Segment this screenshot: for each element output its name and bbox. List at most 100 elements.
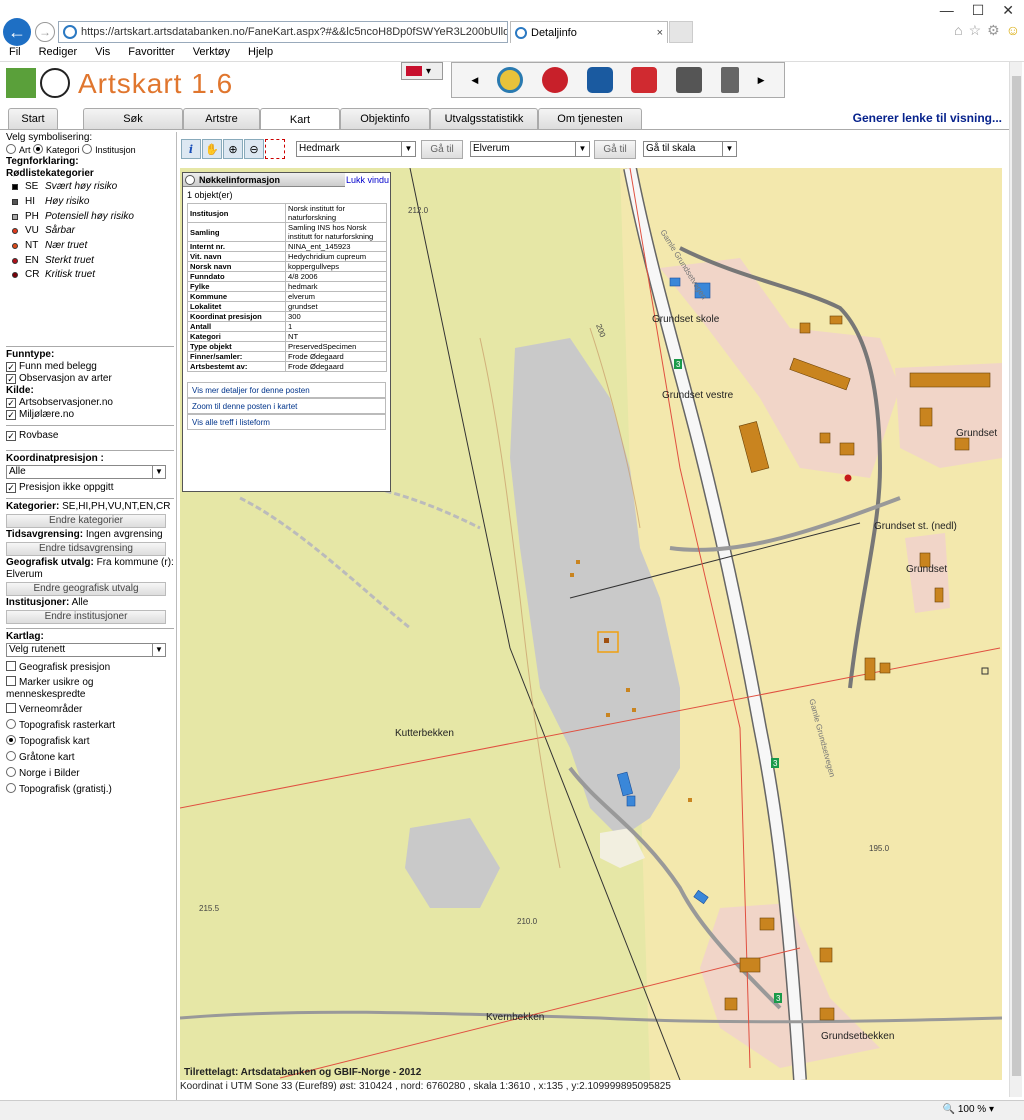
radio-art[interactable]	[6, 144, 16, 154]
partner-logo-3[interactable]	[586, 67, 613, 93]
zoom-in-icon[interactable]: ⊕	[223, 139, 243, 159]
popup-close-button[interactable]: Lukk vindu	[344, 173, 390, 187]
checkbox-artsobservasjoner[interactable]: ✓	[6, 398, 16, 408]
back-button[interactable]: ←	[3, 18, 31, 46]
close-window-icon[interactable]: ✕	[1002, 2, 1014, 19]
radio-topografisk-gratis[interactable]	[6, 783, 16, 793]
radio-institusjon[interactable]	[82, 144, 93, 154]
rutenett-select[interactable]: Velg rutenett ▼	[6, 643, 166, 657]
zoom-til-post-link[interactable]: Zoom til denne posten i kartet	[187, 398, 386, 414]
popup-key: Fylke	[187, 281, 286, 292]
popup-value: Hedychridium cupreum	[285, 251, 387, 262]
koordinat-select[interactable]: Alle ▼	[6, 465, 166, 479]
tab-om-tjenesten[interactable]: Om tjenesten	[538, 108, 642, 129]
checkbox-miljolaere[interactable]: ✓	[6, 410, 16, 420]
ga-til-kommune-button[interactable]: Gå til	[594, 140, 636, 159]
info-icon[interactable]: i	[181, 139, 201, 159]
minimize-icon[interactable]: —	[940, 2, 954, 19]
gear-icon[interactable]: ⚙	[987, 22, 1000, 39]
radio-topografisk[interactable]	[6, 735, 16, 745]
checkbox-presisjon[interactable]: ✓	[6, 483, 16, 493]
address-bar[interactable]: https://artskart.artsdatabanken.no/FaneK…	[58, 21, 508, 43]
checkbox-rovbase[interactable]: ✓	[6, 431, 16, 441]
menu-hjelp[interactable]: Hjelp	[239, 44, 282, 62]
vis-alle-treff-link[interactable]: Vis alle treff i listeform	[187, 414, 386, 430]
checkbox-usikre[interactable]	[6, 676, 16, 686]
skala-select[interactable]: Gå til skala ▼	[643, 141, 737, 157]
tab-sok[interactable]: Søk	[83, 108, 183, 129]
smiley-icon[interactable]: ☺	[1006, 22, 1020, 39]
menu-rediger[interactable]: Rediger	[30, 44, 87, 62]
legend-item: NT Nær truet	[6, 239, 174, 254]
partner-logo-5[interactable]	[676, 67, 703, 93]
ga-til-fylke-button[interactable]: Gå til	[421, 140, 463, 159]
chevron-down-icon: ▼	[575, 142, 589, 156]
partner-logo-1[interactable]	[497, 67, 524, 93]
vis-detaljer-link[interactable]: Vis mer detaljer for denne posten	[187, 382, 386, 398]
endre-kategorier-button[interactable]: Endre kategorier	[6, 514, 166, 528]
scroll-left-icon[interactable]: ◀	[471, 75, 478, 86]
browser-tab[interactable]: Detaljinfo ×	[510, 21, 668, 43]
partner-logo-6[interactable]	[720, 67, 739, 93]
fylke-select[interactable]: Hedmark ▼	[296, 141, 416, 157]
map-label-kvernbekken: Kvernbekken	[486, 1012, 545, 1023]
rutenett-value: Velg rutenett	[9, 644, 66, 655]
route-number: 3	[676, 360, 681, 369]
new-tab-button[interactable]	[669, 21, 693, 43]
radio-gratone[interactable]	[6, 751, 16, 761]
popup-key: Type objekt	[187, 341, 286, 352]
scrollbar-thumb[interactable]	[1012, 76, 1021, 1076]
menu-verktoy[interactable]: Verktøy	[184, 44, 239, 62]
generate-link[interactable]: Generer lenke til visning...	[853, 111, 1002, 125]
partner-logo-2[interactable]	[541, 67, 568, 93]
popup-collapse-icon[interactable]	[185, 175, 195, 185]
tab-utvalgsstatistikk[interactable]: Utvalgsstatistikk	[430, 108, 538, 129]
partner-logo-4[interactable]	[631, 67, 658, 93]
legend-desc: Potensiell høy risiko	[45, 210, 134, 222]
tab-objektinfo[interactable]: Objektinfo	[340, 108, 430, 129]
scroll-right-icon[interactable]: ▶	[758, 75, 765, 86]
menu-vis[interactable]: Vis	[86, 44, 119, 62]
popup-row: Type objekt PreservedSpecimen	[187, 341, 387, 352]
language-selector[interactable]: ▾	[401, 62, 443, 80]
popup-value: Samling INS hos Norsk institutt for natu…	[285, 222, 387, 242]
endre-geo-button[interactable]: Endre geografisk utvalg	[6, 582, 166, 596]
legend-desc: Sterkt truet	[45, 254, 94, 266]
menu-fil[interactable]: Fil	[0, 44, 30, 62]
info-popup: Nøkkelinformasjon Lukk vindu 1 objekt(er…	[182, 172, 391, 492]
map-label-grundset: Grundset	[956, 428, 998, 439]
forward-button[interactable]: →	[35, 22, 55, 42]
legend-item: HI Høy risiko	[6, 195, 174, 210]
checkbox-verneomrader[interactable]	[6, 703, 16, 713]
radio-kategori[interactable]	[33, 144, 44, 154]
tab-start[interactable]: Start	[8, 108, 58, 129]
home-icon[interactable]: ⌂	[954, 22, 962, 39]
popup-count: 1 objekt(er)	[187, 190, 233, 200]
zoom-out-icon[interactable]: ⊖	[244, 139, 264, 159]
tab-artstre[interactable]: Artstre	[183, 108, 260, 129]
zoom-level[interactable]: 🔍 100 % ▾	[943, 1104, 994, 1115]
pan-hand-icon[interactable]: ✋	[202, 139, 222, 159]
filter-section: Funntype: ✓ Funn med belegg ✓ Observasjon …	[6, 342, 174, 796]
gravel-pit-small	[405, 818, 500, 908]
radio-norge-i-bilder[interactable]	[6, 767, 16, 777]
endre-inst-button[interactable]: Endre institusjoner	[6, 610, 166, 624]
checkbox-funn-med-belegg[interactable]: ✓	[6, 362, 16, 372]
popup-key: Internt nr.	[187, 241, 286, 252]
menu-favoritter[interactable]: Favoritter	[119, 44, 183, 62]
checkbox-geo-presisjon[interactable]	[6, 661, 16, 671]
maximize-icon[interactable]: ☐	[972, 2, 985, 19]
radio-rasterkart[interactable]	[6, 719, 16, 729]
close-tab-icon[interactable]: ×	[657, 27, 663, 39]
checkbox-observasjon[interactable]: ✓	[6, 374, 16, 384]
geo-label: Geografisk utvalg:	[6, 557, 94, 568]
tab-kart[interactable]: Kart	[260, 108, 340, 130]
page-scrollbar[interactable]	[1009, 62, 1022, 1097]
favorites-star-icon[interactable]: ☆	[969, 22, 982, 39]
artsobservasjoner-label: Artsobservasjoner.no	[19, 397, 113, 408]
kommune-select[interactable]: Elverum ▼	[470, 141, 590, 157]
browser-tools: ⌂ ☆ ⚙ ☺	[954, 22, 1020, 39]
chevron-down-icon: ▼	[401, 142, 415, 156]
endre-tid-button[interactable]: Endre tidsavgrensing	[6, 542, 166, 556]
select-box-icon[interactable]	[265, 139, 285, 159]
